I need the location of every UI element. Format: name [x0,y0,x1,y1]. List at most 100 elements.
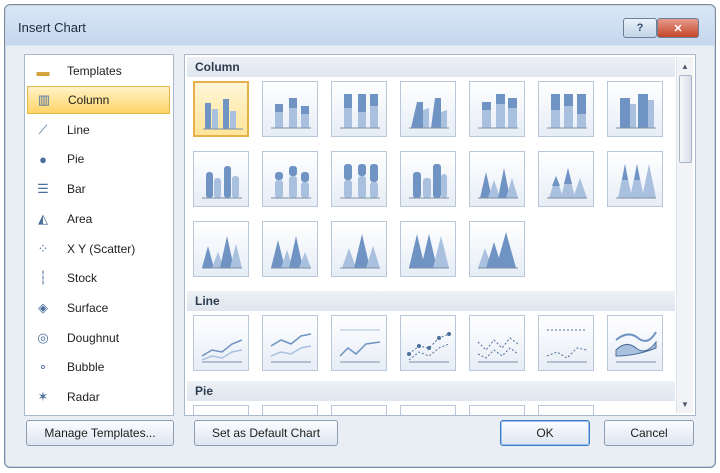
chart-thumb-clustered-cone[interactable] [469,151,525,207]
stacked-cone-icon [547,168,587,199]
chart-thumb-clustered-column[interactable] [193,81,249,137]
cancel-button[interactable]: Cancel [604,420,694,446]
chart-thumb-clustered-pyramid[interactable] [262,221,318,277]
category-label: Radar [67,390,100,404]
folder-icon: ▬ [36,63,50,79]
chart-thumb-stacked-cylinder[interactable] [262,151,318,207]
chart-thumb-3d-cone[interactable] [193,221,249,277]
category-label: Area [67,212,93,226]
chart-thumb-stacked-column[interactable] [262,81,318,137]
100-stacked-pyramid-icon [409,234,449,269]
chart-thumb-3d-exploded-pie[interactable] [469,405,525,415]
category-label: X Y (Scatter) [67,242,136,256]
category-surface[interactable]: ◈ Surface [27,294,170,322]
category-templates[interactable]: ▬ Templates [27,57,170,85]
help-button[interactable]: ? [623,18,657,38]
100-stacked-column-icon [340,94,380,129]
stacked-line-with-markers-icon [477,337,519,363]
chart-thumb-100-stacked-cone[interactable] [607,151,663,207]
stacked-pyramid-icon [340,234,380,269]
chart-thumb-100-stacked-line-with-markers[interactable] [538,315,594,371]
3d-cylinder-icon [409,164,449,199]
stacked-cylinder-icon [271,166,311,199]
clustered-pyramid-icon [271,236,311,269]
category-area[interactable]: ◭ Area [27,205,170,233]
3d-cone-icon [202,236,242,269]
close-button[interactable]: ✕ [657,18,699,38]
chart-thumb-line-with-markers[interactable] [400,315,456,371]
scroll-up-icon[interactable]: ▲ [677,59,693,73]
category-line[interactable]: ⟋ Line [27,116,170,144]
ok-button[interactable]: OK [500,420,590,446]
chart-thumb-3d-column[interactable] [607,81,663,137]
chart-thumb-100-stacked-cylinder[interactable] [331,151,387,207]
stock-chart-icon: ┆ [39,270,47,285]
3d-pyramid-icon [478,232,518,269]
scrollbar-thumb[interactable] [679,75,692,163]
pie-chart-icon: ● [39,151,47,167]
category-label: Doughnut [67,331,120,345]
column-chart-icon: ▥ [37,92,51,107]
category-scatter[interactable]: ⁘ X Y (Scatter) [27,235,170,263]
chart-thumb-3d-clustered-column[interactable] [400,81,456,137]
100-stacked-line-icon [339,329,381,363]
surface-chart-icon: ◈ [38,300,48,315]
chart-thumb-3d-cylinder[interactable] [400,151,456,207]
clustered-cone-icon [478,168,518,199]
category-bar[interactable]: ☰ Bar [27,175,170,203]
line-icon [201,339,243,363]
stacked-column-icon [271,98,311,129]
doughnut-chart-icon: ◎ [37,330,49,345]
category-doughnut[interactable]: ◎ Doughnut [27,324,170,352]
bubble-chart-icon: ∘ [38,359,48,374]
category-bubble[interactable]: ∘ Bubble [27,353,170,381]
chart-thumb-3d-stacked-column[interactable] [469,81,525,137]
line-chart-icon: ⟋ [38,122,48,137]
section-header-pie: Pie [187,381,675,401]
scroll-down-icon[interactable]: ▼ [677,397,693,411]
chart-thumb-100-stacked-pyramid[interactable] [400,221,456,277]
vertical-scrollbar[interactable]: ▲ ▼ [676,57,693,413]
category-label: Bar [67,182,86,196]
bar-chart-icon: ☰ [37,181,49,196]
category-label: Bubble [67,360,105,374]
chart-thumb-bar-of-pie[interactable] [538,405,594,415]
chart-thumb-pie[interactable] [193,405,249,415]
category-pie[interactable]: ● Pie [27,145,170,173]
chart-thumb-clustered-cylinder[interactable] [193,151,249,207]
chart-thumb-3d-pyramid[interactable] [469,221,525,277]
chart-thumb-stacked-line-with-markers[interactable] [469,315,525,371]
category-stock[interactable]: ┆ Stock [27,264,170,292]
chart-thumb-stacked-line[interactable] [262,315,318,371]
category-column[interactable]: ▥ Column [27,86,170,114]
chart-thumb-3d-pie[interactable] [262,405,318,415]
chart-thumb-line[interactable] [193,315,249,371]
category-label: Surface [67,301,109,315]
chart-type-gallery: Column Line Pie ▲ ▼ [184,54,696,416]
category-label: Column [68,93,110,107]
3d-stacked-column-icon [478,94,518,129]
chart-thumb-3d-line[interactable] [607,315,663,371]
manage-templates-button[interactable]: Manage Templates... [26,420,174,446]
category-label: Line [67,123,90,137]
3d-100-stacked-column-icon [547,94,587,129]
category-radar[interactable]: ✶ Radar [27,383,170,411]
chart-thumb-exploded-pie[interactable] [400,405,456,415]
chart-thumb-100-stacked-column[interactable] [331,81,387,137]
category-label: Stock [67,271,98,285]
line-with-markers-icon [407,332,451,363]
chart-thumb-100-stacked-line[interactable] [331,315,387,371]
3d-line-icon [615,331,657,363]
chart-thumb-stacked-pyramid[interactable] [331,221,387,277]
set-default-chart-button[interactable]: Set as Default Chart [194,420,338,446]
stacked-line-icon [270,333,312,363]
chart-thumb-pie-of-pie[interactable] [331,405,387,415]
chart-thumb-3d-100-stacked-column[interactable] [538,81,594,137]
100-stacked-cylinder-icon [340,164,380,199]
3d-clustered-column-icon [409,98,449,129]
category-label: Pie [67,152,85,166]
3d-column-icon [616,94,656,129]
clustered-column-icon [203,99,243,130]
100-stacked-cone-icon [616,164,656,199]
chart-thumb-stacked-cone[interactable] [538,151,594,207]
